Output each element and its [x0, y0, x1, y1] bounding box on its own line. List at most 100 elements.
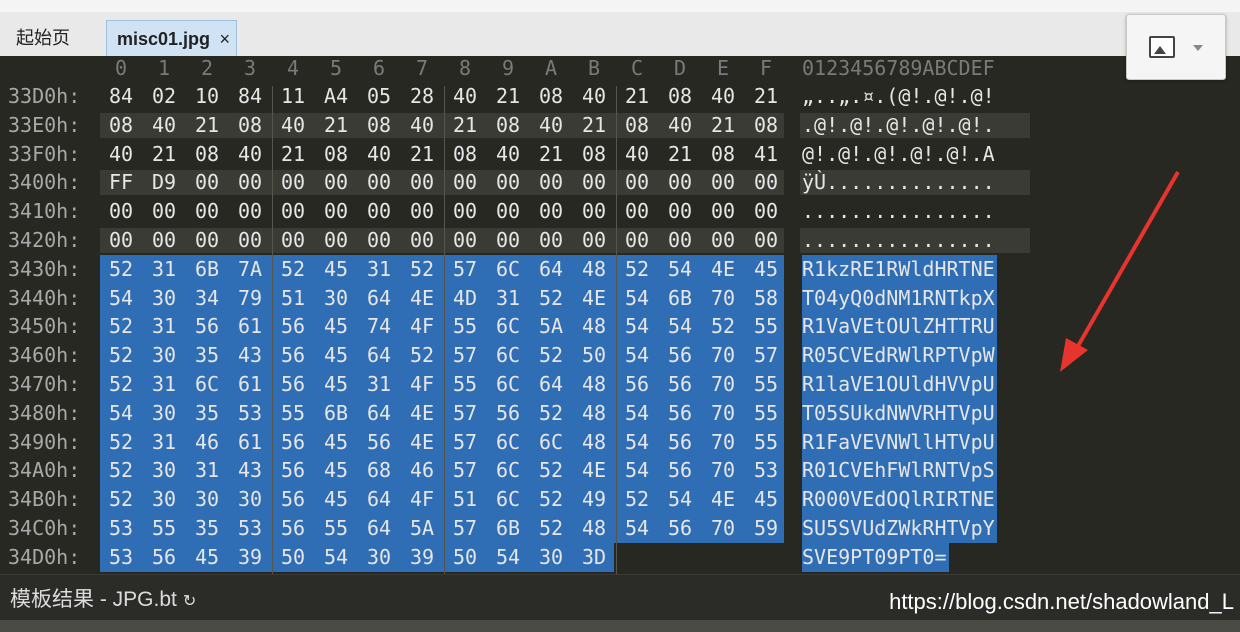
hex-byte[interactable]: 54	[665, 312, 695, 341]
hex-byte[interactable]: 50	[278, 543, 308, 572]
hex-byte[interactable]: 00	[278, 168, 308, 197]
hex-byte[interactable]: 57	[450, 428, 480, 457]
hex-byte[interactable]: 45	[192, 543, 222, 572]
hex-byte[interactable]: 31	[149, 370, 179, 399]
ascii-text[interactable]: ................	[802, 197, 997, 226]
ascii-text[interactable]: SVE9PT09PT0=	[802, 542, 949, 572]
hex-byte[interactable]: 57	[450, 399, 480, 428]
hex-byte[interactable]: 52	[407, 255, 437, 284]
hex-byte[interactable]: 45	[321, 312, 351, 341]
hex-byte[interactable]: 00	[536, 197, 566, 226]
hex-byte[interactable]: 54	[622, 514, 652, 543]
hex-byte[interactable]: 52	[278, 255, 308, 284]
hex-byte[interactable]: 00	[450, 168, 480, 197]
hex-byte[interactable]: 64	[536, 255, 566, 284]
hex-byte[interactable]: 4E	[708, 255, 738, 284]
hex-byte[interactable]: 46	[407, 456, 437, 485]
hex-byte[interactable]: 54	[665, 485, 695, 514]
hex-byte[interactable]: 00	[579, 226, 609, 255]
ascii-text[interactable]: .@!.@!.@!.@!.@!.	[802, 111, 997, 140]
hex-byte[interactable]: 00	[751, 226, 781, 255]
hex-byte[interactable]: 52	[536, 399, 566, 428]
hex-byte[interactable]: 6C	[493, 370, 523, 399]
hex-byte[interactable]: 4E	[579, 456, 609, 485]
hex-byte[interactable]: 40	[493, 140, 523, 169]
hex-byte[interactable]: 21	[751, 82, 781, 111]
hex-byte[interactable]: 00	[192, 168, 222, 197]
hex-byte[interactable]: 31	[149, 255, 179, 284]
refresh-icon[interactable]: ↻	[183, 593, 196, 610]
ascii-text[interactable]: ÿÙ..............	[802, 168, 997, 197]
hex-byte[interactable]: 28	[407, 82, 437, 111]
hex-byte[interactable]: 45	[321, 255, 351, 284]
hex-byte[interactable]: 31	[364, 370, 394, 399]
hex-byte[interactable]: 52	[106, 255, 136, 284]
hex-byte[interactable]: 21	[579, 111, 609, 140]
hex-byte[interactable]: 6B	[665, 284, 695, 313]
hex-byte[interactable]: 6C	[536, 428, 566, 457]
hex-byte[interactable]: 52	[536, 456, 566, 485]
hex-byte[interactable]: 21	[278, 140, 308, 169]
hex-byte[interactable]: 21	[450, 111, 480, 140]
hex-byte[interactable]: 00	[708, 197, 738, 226]
hex-byte[interactable]: 21	[192, 111, 222, 140]
hex-byte[interactable]: 56	[665, 428, 695, 457]
hex-byte[interactable]: FF	[106, 168, 136, 197]
hex-byte[interactable]: 55	[751, 428, 781, 457]
hex-byte[interactable]: 00	[407, 197, 437, 226]
hex-byte[interactable]: 21	[708, 111, 738, 140]
hex-byte[interactable]: 50	[450, 543, 480, 572]
hex-byte[interactable]: 55	[278, 399, 308, 428]
hex-byte[interactable]: 57	[450, 456, 480, 485]
hex-byte[interactable]: 59	[751, 514, 781, 543]
hex-byte[interactable]: 31	[149, 312, 179, 341]
hex-byte[interactable]: 00	[364, 197, 394, 226]
hex-byte[interactable]: 34	[192, 284, 222, 313]
hex-byte[interactable]: 6B	[493, 514, 523, 543]
hex-byte[interactable]: 52	[106, 341, 136, 370]
hex-byte[interactable]: 21	[149, 140, 179, 169]
hex-byte[interactable]: 00	[407, 226, 437, 255]
hex-byte[interactable]: 64	[364, 485, 394, 514]
hex-byte[interactable]: 48	[579, 514, 609, 543]
hex-byte[interactable]: 54	[321, 543, 351, 572]
hex-byte[interactable]: 31	[364, 255, 394, 284]
hex-byte[interactable]: 54	[622, 456, 652, 485]
hex-byte[interactable]: 4E	[407, 428, 437, 457]
hex-byte[interactable]: 40	[622, 140, 652, 169]
hex-byte[interactable]: 55	[321, 514, 351, 543]
hex-byte[interactable]: 61	[235, 312, 265, 341]
hex-byte[interactable]: 00	[622, 168, 652, 197]
hex-byte[interactable]: 84	[106, 82, 136, 111]
hex-byte[interactable]: 00	[321, 168, 351, 197]
hex-byte[interactable]: 64	[364, 284, 394, 313]
hex-byte[interactable]: 00	[364, 226, 394, 255]
hex-byte[interactable]: 74	[364, 312, 394, 341]
hex-byte[interactable]: 00	[278, 226, 308, 255]
hex-byte[interactable]: 4F	[407, 312, 437, 341]
ascii-text[interactable]: R000VEdOQlRIRTNE	[802, 485, 997, 515]
hex-byte[interactable]: 08	[708, 140, 738, 169]
hex-byte[interactable]: 00	[493, 226, 523, 255]
hex-byte[interactable]: 55	[149, 514, 179, 543]
hex-byte[interactable]: 4D	[450, 284, 480, 313]
hex-byte[interactable]: 5A	[407, 514, 437, 543]
hex-byte[interactable]: 30	[149, 284, 179, 313]
hex-byte[interactable]: 35	[192, 514, 222, 543]
hex-byte[interactable]: 00	[665, 226, 695, 255]
hex-byte[interactable]: 56	[278, 456, 308, 485]
hex-byte[interactable]: 52	[106, 428, 136, 457]
hex-byte[interactable]: 00	[321, 226, 351, 255]
ascii-text[interactable]: R05CVEdRWlRPTVpW	[802, 341, 997, 371]
hex-byte[interactable]: 08	[536, 82, 566, 111]
hex-byte[interactable]: 4E	[407, 399, 437, 428]
ascii-text[interactable]: SU5SVUdZWkRHTVpY	[802, 514, 997, 543]
hex-byte[interactable]: 08	[579, 140, 609, 169]
hex-byte[interactable]: 52	[106, 370, 136, 399]
tab-start-page[interactable]: 起始页	[6, 20, 80, 56]
hex-byte[interactable]: 56	[278, 485, 308, 514]
hex-byte[interactable]: 84	[235, 82, 265, 111]
ascii-text[interactable]: R1VaVEtOUlZHTTRU	[802, 312, 997, 342]
hex-byte[interactable]: 40	[278, 111, 308, 140]
hex-byte[interactable]: 52	[622, 485, 652, 514]
